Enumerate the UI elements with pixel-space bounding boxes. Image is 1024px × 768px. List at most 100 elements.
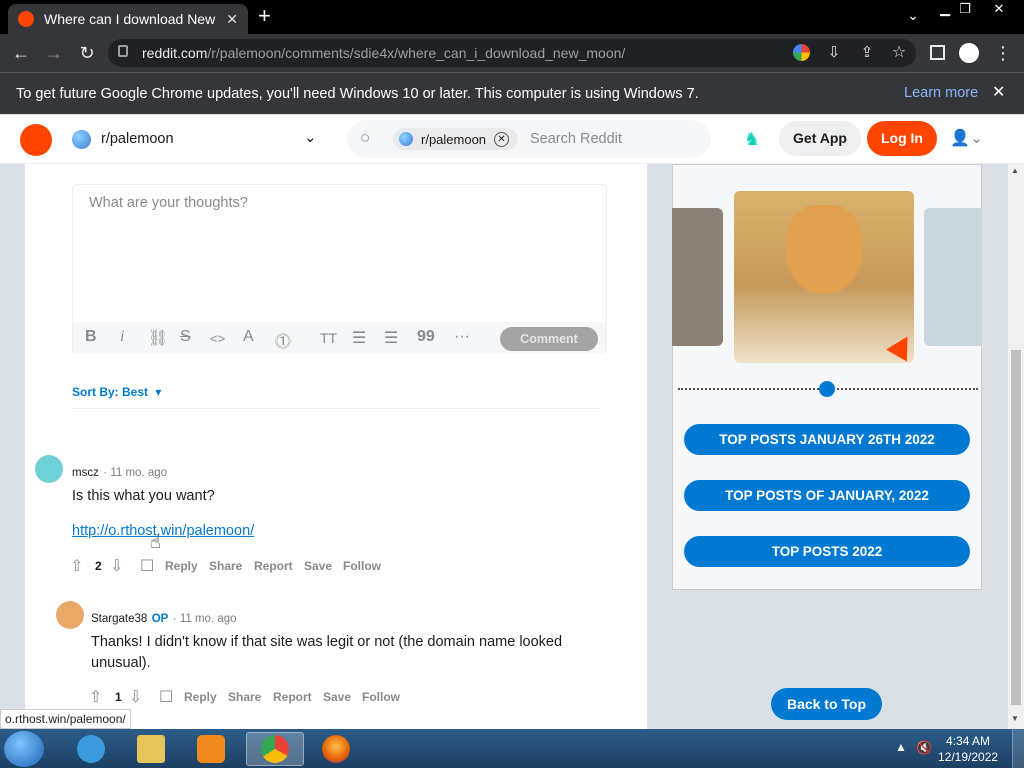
google-lens-icon[interactable] — [793, 44, 810, 61]
close-window-button[interactable]: ✕ — [982, 0, 1016, 20]
top-posts-month-button[interactable]: TOP POSTS OF JANUARY, 2022 — [684, 480, 970, 511]
bookmark-star-icon[interactable]: ☆ — [888, 42, 910, 64]
chrome-menu-icon[interactable]: ⋮ — [992, 42, 1014, 64]
comment-author[interactable]: Stargate38 — [91, 613, 147, 625]
show-desktop-button[interactable] — [1012, 729, 1024, 768]
superscript-icon[interactable]: A — [243, 328, 254, 346]
comment-time[interactable]: · 11 mo. ago — [103, 467, 167, 479]
chip-label: r/palemoon — [421, 131, 487, 147]
side-panel-icon[interactable] — [930, 45, 945, 60]
comment-author[interactable]: mscz — [72, 467, 99, 479]
comment-editor-placeholder: What are your thoughts? — [89, 195, 248, 211]
top-posts-year-button[interactable]: TOP POSTS 2022 — [684, 536, 970, 567]
follow-button[interactable]: Follow — [343, 559, 381, 573]
learn-more-link[interactable]: Learn more — [904, 72, 978, 114]
update-infobar: To get future Google Chrome updates, you… — [0, 72, 1024, 114]
search-input[interactable]: Search Reddit — [530, 131, 622, 147]
spoiler-icon[interactable]: ⓵ — [275, 328, 291, 352]
back-arrow-icon[interactable]: ← — [10, 42, 32, 64]
upvote-icon[interactable]: ⇧ — [89, 687, 102, 707]
comment-time[interactable]: · 11 mo. ago — [173, 613, 237, 625]
reddit-logo-icon[interactable] — [20, 124, 52, 156]
share-icon[interactable]: ⇪ — [856, 42, 878, 64]
comment-text: Is this what you want? — [72, 488, 215, 504]
search-scope-chip[interactable]: r/palemoon ✕ — [393, 128, 518, 150]
subreddit-name[interactable]: r/palemoon — [101, 131, 174, 147]
chrome-icon[interactable] — [246, 732, 304, 766]
internet-explorer-icon[interactable] — [62, 732, 120, 766]
more-options-icon[interactable]: ··· — [454, 328, 470, 346]
scroll-up-icon[interactable]: ▲ — [1011, 166, 1019, 175]
quote-block-icon[interactable]: 99 — [417, 328, 435, 346]
save-button[interactable]: Save — [304, 559, 332, 573]
numbered-list-icon[interactable]: ☰ — [384, 328, 398, 348]
file-explorer-icon[interactable] — [122, 732, 180, 766]
avatar[interactable] — [56, 601, 84, 629]
carousel-indicator[interactable] — [819, 381, 835, 397]
downvote-icon[interactable]: ⇩ — [129, 687, 142, 707]
strikethrough-icon[interactable]: S — [180, 328, 191, 346]
reply-button[interactable]: Reply — [165, 559, 198, 573]
tray-expand-icon[interactable]: ▲ — [895, 740, 907, 754]
report-button[interactable]: Report — [273, 690, 312, 704]
subreddit-icon — [72, 130, 91, 149]
log-in-button[interactable]: Log In — [867, 121, 937, 156]
media-player-icon[interactable] — [182, 732, 240, 766]
avatar[interactable] — [35, 455, 63, 483]
reload-icon[interactable]: ↻ — [76, 42, 98, 64]
search-icon: ○ — [360, 128, 371, 147]
share-button[interactable]: Share — [228, 690, 261, 704]
new-tab-button[interactable]: + — [258, 5, 271, 27]
reply-bubble-icon[interactable]: ☐ — [159, 687, 173, 707]
start-button[interactable] — [4, 731, 44, 767]
community-chevron-down-icon[interactable]: ⌄ — [304, 128, 317, 146]
comment-header: mscz · 11 mo. ago — [72, 463, 167, 481]
browser-tab[interactable]: Where can I download New M ✕ — [8, 4, 248, 34]
comment-header: Stargate38 OP · 11 mo. ago — [91, 609, 237, 627]
follow-button[interactable]: Follow — [362, 690, 400, 704]
vote-count: 2 — [95, 559, 102, 573]
url-host: reddit.com — [142, 45, 208, 61]
comment-button[interactable]: Comment — [500, 327, 598, 351]
reply-bubble-icon[interactable]: ☐ — [140, 556, 154, 576]
sort-dropdown[interactable]: Sort By: Best ▾ — [72, 385, 161, 399]
infobar-close-icon[interactable]: ✕ — [992, 72, 1005, 114]
share-button[interactable]: Share — [209, 559, 242, 573]
bold-icon[interactable]: B — [85, 328, 97, 346]
report-button[interactable]: Report — [254, 559, 293, 573]
user-menu-icon[interactable]: 👤⌄ — [950, 128, 983, 148]
italic-icon[interactable]: i — [120, 328, 124, 346]
comment-link[interactable]: http://o.rthost.win/palemoon/ — [72, 523, 254, 539]
volume-muted-icon[interactable]: 🔇 — [916, 740, 932, 756]
inline-code-icon[interactable]: <> — [210, 331, 225, 346]
infobar-text: To get future Google Chrome updates, you… — [16, 86, 699, 102]
profile-avatar-icon[interactable] — [959, 43, 979, 63]
scroll-down-icon[interactable]: ▼ — [1011, 714, 1019, 723]
bulleted-list-icon[interactable]: ☰ — [352, 328, 366, 348]
upvote-icon[interactable]: ⇧ — [70, 556, 83, 576]
save-button[interactable]: Save — [323, 690, 351, 704]
install-icon[interactable]: ⇩ — [823, 42, 845, 64]
lock-icon[interactable] — [118, 45, 128, 57]
tab-close-icon[interactable]: ✕ — [226, 11, 238, 28]
chip-clear-icon[interactable]: ✕ — [494, 131, 510, 147]
restore-button[interactable]: ❐ — [948, 0, 982, 20]
get-app-button[interactable]: Get App — [779, 121, 861, 156]
system-clock[interactable]: 4:34 AM 12/19/2022 — [938, 733, 998, 765]
tab-search-chevron-icon[interactable]: ⌄ — [896, 6, 930, 26]
heading-icon[interactable]: TT — [320, 330, 337, 346]
link-icon[interactable]: ⛓ — [148, 328, 168, 348]
top-posts-day-button[interactable]: TOP POSTS JANUARY 26TH 2022 — [684, 424, 970, 455]
url-path: /r/palemoon/comments/sdie4x/where_can_i_… — [207, 45, 626, 61]
reddit-favicon-icon — [18, 11, 34, 27]
carousel-next-image[interactable] — [924, 208, 982, 346]
advertise-snoo-icon[interactable]: ♞ — [744, 129, 760, 150]
scrollbar-thumb[interactable] — [1011, 350, 1021, 705]
back-to-top-button[interactable]: Back to Top — [771, 688, 882, 720]
sort-divider — [72, 408, 600, 409]
carousel-prev-image[interactable] — [672, 208, 723, 346]
forward-arrow-icon[interactable]: → — [43, 42, 65, 64]
downvote-icon[interactable]: ⇩ — [110, 556, 123, 576]
firefox-icon[interactable] — [307, 732, 365, 766]
reply-button[interactable]: Reply — [184, 690, 217, 704]
